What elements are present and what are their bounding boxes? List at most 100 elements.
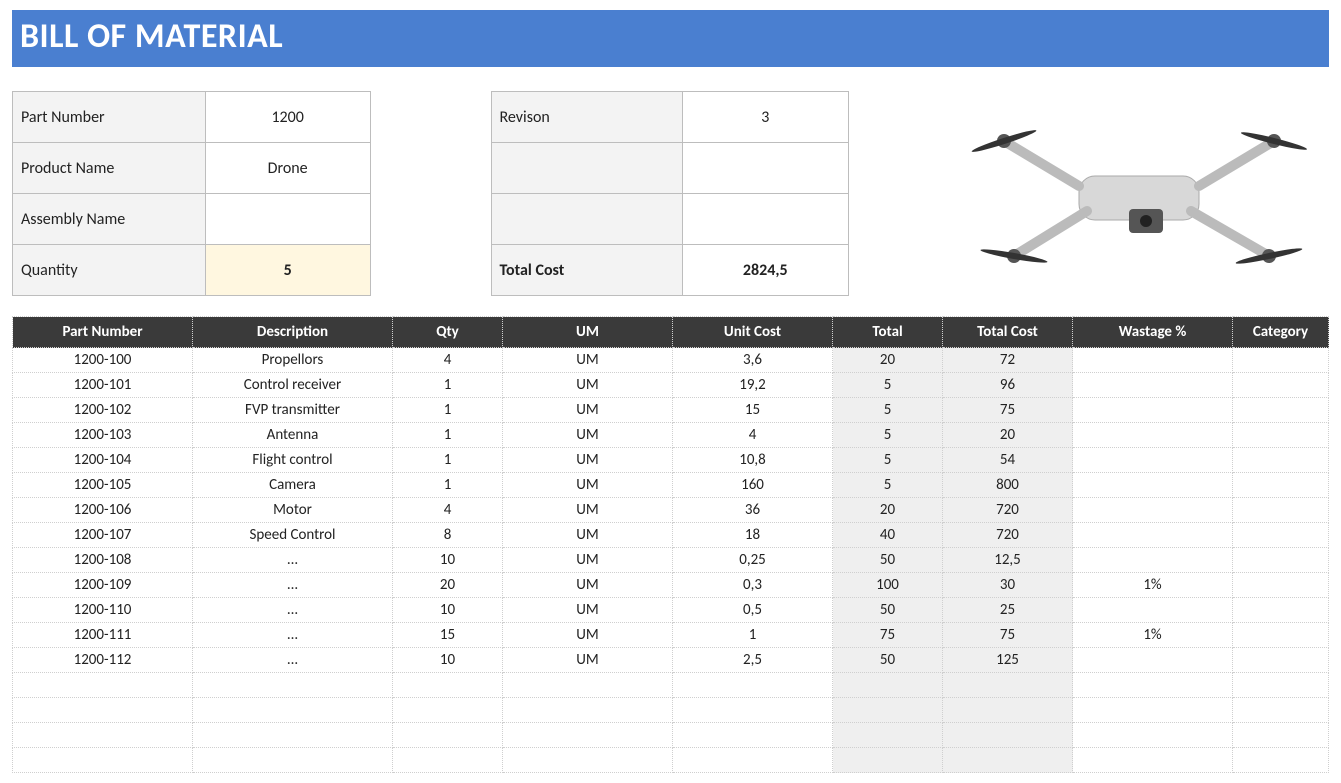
bom-cell[interactable]: [13, 698, 193, 723]
bom-cell[interactable]: UM: [503, 448, 673, 473]
bom-cell[interactable]: ...: [193, 598, 393, 623]
bom-cell[interactable]: 1200-103: [13, 423, 193, 448]
bom-cell[interactable]: ...: [193, 573, 393, 598]
bom-cell[interactable]: 0,3: [673, 573, 833, 598]
bom-cell[interactable]: [1233, 623, 1329, 648]
meta-value[interactable]: [205, 194, 370, 245]
bom-cell[interactable]: [1233, 448, 1329, 473]
bom-cell[interactable]: [1233, 398, 1329, 423]
bom-cell[interactable]: [503, 698, 673, 723]
bom-cell[interactable]: 1%: [1073, 573, 1233, 598]
bom-cell[interactable]: [13, 673, 193, 698]
bom-cell[interactable]: 3,6: [673, 348, 833, 373]
bom-cell[interactable]: [1233, 648, 1329, 673]
bom-cell[interactable]: 5: [833, 448, 943, 473]
bom-cell[interactable]: 100: [833, 573, 943, 598]
bom-cell[interactable]: 36: [673, 498, 833, 523]
bom-cell[interactable]: 0,25: [673, 548, 833, 573]
bom-cell[interactable]: Antenna: [193, 423, 393, 448]
bom-cell[interactable]: 4: [393, 498, 503, 523]
bom-cell[interactable]: 19,2: [673, 373, 833, 398]
bom-cell[interactable]: Motor: [193, 498, 393, 523]
bom-cell[interactable]: [943, 673, 1073, 698]
bom-cell[interactable]: 15: [393, 623, 503, 648]
bom-cell[interactable]: [1073, 348, 1233, 373]
bom-cell[interactable]: 720: [943, 523, 1073, 548]
bom-cell[interactable]: 4: [673, 423, 833, 448]
bom-cell[interactable]: [833, 698, 943, 723]
bom-cell[interactable]: 0,5: [673, 598, 833, 623]
bom-cell[interactable]: 75: [943, 623, 1073, 648]
bom-cell[interactable]: [833, 673, 943, 698]
bom-cell[interactable]: [1233, 498, 1329, 523]
bom-cell[interactable]: 20: [833, 498, 943, 523]
bom-cell[interactable]: [1233, 423, 1329, 448]
bom-cell[interactable]: 5: [833, 398, 943, 423]
bom-cell[interactable]: 160: [673, 473, 833, 498]
bom-cell[interactable]: 10,8: [673, 448, 833, 473]
bom-cell[interactable]: [833, 723, 943, 748]
bom-cell[interactable]: 10: [393, 548, 503, 573]
bom-cell[interactable]: UM: [503, 523, 673, 548]
bom-cell[interactable]: 1200-110: [13, 598, 193, 623]
bom-cell[interactable]: UM: [503, 598, 673, 623]
bom-cell[interactable]: [673, 673, 833, 698]
bom-cell[interactable]: [1233, 698, 1329, 723]
meta-value[interactable]: Drone: [205, 143, 370, 194]
bom-cell[interactable]: Control receiver: [193, 373, 393, 398]
bom-cell[interactable]: 1200-112: [13, 648, 193, 673]
bom-cell[interactable]: 1200-111: [13, 623, 193, 648]
bom-cell[interactable]: [1233, 598, 1329, 623]
bom-cell[interactable]: 15: [673, 398, 833, 423]
bom-cell[interactable]: [1233, 373, 1329, 398]
bom-cell[interactable]: 20: [943, 423, 1073, 448]
meta-value[interactable]: 5: [205, 245, 370, 296]
bom-cell[interactable]: [943, 698, 1073, 723]
bom-cell[interactable]: 96: [943, 373, 1073, 398]
bom-cell[interactable]: UM: [503, 573, 673, 598]
bom-cell[interactable]: [673, 748, 833, 773]
bom-cell[interactable]: 1200-101: [13, 373, 193, 398]
bom-cell[interactable]: 1: [393, 373, 503, 398]
bom-cell[interactable]: 5: [833, 373, 943, 398]
meta-value[interactable]: 3: [682, 92, 849, 143]
bom-cell[interactable]: UM: [503, 373, 673, 398]
bom-cell[interactable]: [1073, 648, 1233, 673]
bom-cell[interactable]: 30: [943, 573, 1073, 598]
meta-value[interactable]: [682, 194, 849, 245]
bom-cell[interactable]: 4: [393, 348, 503, 373]
bom-cell[interactable]: ...: [193, 548, 393, 573]
bom-cell[interactable]: [193, 748, 393, 773]
bom-cell[interactable]: [673, 723, 833, 748]
bom-cell[interactable]: Speed Control: [193, 523, 393, 548]
bom-cell[interactable]: [1233, 523, 1329, 548]
bom-cell[interactable]: 1200-104: [13, 448, 193, 473]
bom-cell[interactable]: [1073, 723, 1233, 748]
bom-cell[interactable]: Camera: [193, 473, 393, 498]
bom-cell[interactable]: 2,5: [673, 648, 833, 673]
bom-cell[interactable]: UM: [503, 648, 673, 673]
bom-cell[interactable]: [1073, 748, 1233, 773]
bom-cell[interactable]: [503, 673, 673, 698]
bom-cell[interactable]: 1200-100: [13, 348, 193, 373]
bom-cell[interactable]: 800: [943, 473, 1073, 498]
bom-cell[interactable]: [393, 723, 503, 748]
bom-cell[interactable]: [1073, 673, 1233, 698]
bom-cell[interactable]: 20: [833, 348, 943, 373]
bom-cell[interactable]: Propellors: [193, 348, 393, 373]
bom-cell[interactable]: UM: [503, 473, 673, 498]
bom-cell[interactable]: 1: [393, 448, 503, 473]
bom-cell[interactable]: [1073, 373, 1233, 398]
meta-value[interactable]: [682, 143, 849, 194]
bom-cell[interactable]: [393, 698, 503, 723]
bom-cell[interactable]: 12,5: [943, 548, 1073, 573]
bom-cell[interactable]: 10: [393, 598, 503, 623]
bom-cell[interactable]: 1: [393, 473, 503, 498]
bom-cell[interactable]: [193, 673, 393, 698]
bom-cell[interactable]: 20: [393, 573, 503, 598]
bom-cell[interactable]: [1073, 698, 1233, 723]
bom-cell[interactable]: Flight control: [193, 448, 393, 473]
bom-cell[interactable]: 5: [833, 473, 943, 498]
bom-cell[interactable]: [193, 723, 393, 748]
bom-cell[interactable]: 5: [833, 423, 943, 448]
